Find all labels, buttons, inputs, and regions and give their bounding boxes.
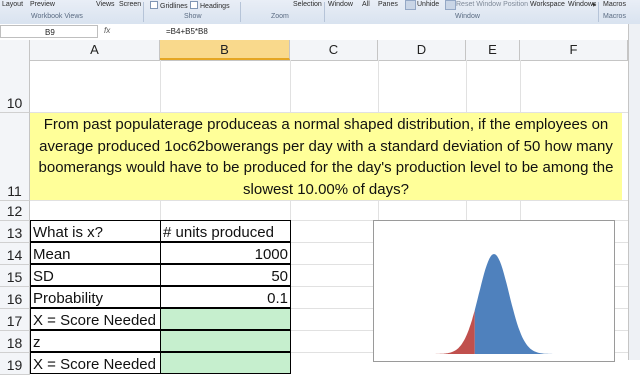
cell-b19[interactable] xyxy=(160,352,291,374)
normal-curve-svg xyxy=(434,254,554,354)
cell-b13[interactable]: # units produced xyxy=(160,220,291,242)
row-header-13[interactable]: 13 xyxy=(0,221,30,243)
group-label-show: Show xyxy=(184,13,202,20)
question-text-cell[interactable]: From past populaterage produceas a norma… xyxy=(30,113,622,200)
name-box[interactable]: B9 xyxy=(0,25,98,38)
arrange-all-button[interactable]: All xyxy=(362,1,370,8)
column-header-d[interactable]: D xyxy=(378,40,466,60)
column-headers: A B C D E F xyxy=(0,40,640,61)
cell-a13[interactable]: What is x? xyxy=(30,220,161,242)
group-label-window: Window xyxy=(455,13,480,20)
cell-a18[interactable]: z xyxy=(30,330,161,352)
unhide-button[interactable]: Unhide xyxy=(417,1,439,8)
column-header-a[interactable]: A xyxy=(30,40,160,60)
cell-a16[interactable]: Probability xyxy=(30,286,161,308)
group-separator xyxy=(143,2,144,22)
row-header-17[interactable]: 17 xyxy=(0,309,30,331)
headings-label: Headings xyxy=(200,3,230,10)
cell-b17[interactable] xyxy=(160,308,291,330)
vertical-scrollbar[interactable] xyxy=(628,24,640,360)
unhide-icon xyxy=(405,0,416,10)
zoom-to-selection-button[interactable]: Selection xyxy=(293,1,322,8)
row-header-19[interactable]: 19 xyxy=(0,353,30,375)
group-separator xyxy=(240,2,241,22)
cell-a17[interactable]: X = Score Needed xyxy=(30,308,161,330)
page-break-preview-button[interactable]: Preview xyxy=(30,1,55,8)
reset-window-position-button[interactable]: Reset Window Position xyxy=(456,1,528,8)
group-label-zoom: Zoom xyxy=(271,13,289,20)
insert-function-icon[interactable]: fx xyxy=(104,26,110,35)
normal-curve-chart[interactable] xyxy=(373,220,615,362)
gridline xyxy=(30,200,640,201)
group-separator xyxy=(598,2,599,22)
freeze-panes-button[interactable]: Panes xyxy=(378,1,398,8)
column-header-b[interactable]: B xyxy=(160,40,290,60)
save-workspace-button[interactable]: Workspace xyxy=(530,1,565,8)
group-label-workbook-views: Workbook Views xyxy=(31,13,83,20)
lower-tail-area xyxy=(434,310,475,354)
worksheet-grid: 10 11 12 13 14 15 16 17 18 19 From past … xyxy=(0,60,640,375)
column-header-c[interactable]: C xyxy=(290,40,378,60)
macros-button[interactable]: Macros xyxy=(603,1,626,8)
ribbon: Layout Preview Views Screen Gridlines He… xyxy=(0,0,640,25)
cell-a19[interactable]: X = Score Needed xyxy=(30,352,161,374)
column-header-f[interactable]: F xyxy=(520,40,628,60)
column-header-e[interactable]: E xyxy=(466,40,520,60)
page-layout-view-button[interactable]: Layout xyxy=(2,1,23,8)
gridlines-label: Gridlines xyxy=(160,3,188,10)
row-header-14[interactable]: 14 xyxy=(0,243,30,265)
cell-a14[interactable]: Mean xyxy=(30,242,161,264)
gridlines-checkbox[interactable]: Gridlines xyxy=(150,1,188,10)
row-header-11[interactable]: 11 xyxy=(0,113,30,201)
custom-views-button[interactable]: Views xyxy=(96,1,115,8)
cell-b14[interactable]: 1000 xyxy=(160,242,291,264)
checkbox-icon xyxy=(150,1,158,9)
select-all-corner[interactable] xyxy=(0,40,30,60)
row-header-15[interactable]: 15 xyxy=(0,265,30,287)
checkbox-icon xyxy=(190,1,198,9)
row-header-10[interactable]: 10 xyxy=(0,60,30,113)
cell-b18[interactable] xyxy=(160,330,291,352)
cell-b15[interactable]: 50 xyxy=(160,264,291,286)
new-window-button[interactable]: Window xyxy=(328,1,353,8)
cell-b16[interactable]: 0.1 xyxy=(160,286,291,308)
headings-checkbox[interactable]: Headings xyxy=(190,1,230,10)
row-header-12[interactable]: 12 xyxy=(0,201,30,221)
formula-input[interactable]: =B4+B5*B8 xyxy=(166,25,208,38)
row-header-16[interactable]: 16 xyxy=(0,287,30,309)
formula-bar: B9 fx =B4+B5*B8 xyxy=(0,24,640,41)
row-header-18[interactable]: 18 xyxy=(0,331,30,353)
reset-window-icon xyxy=(445,0,456,10)
full-screen-button[interactable]: Screen xyxy=(119,1,141,8)
group-separator xyxy=(324,2,325,22)
group-label-macros: Macros xyxy=(603,13,626,20)
cell-a15[interactable]: SD xyxy=(30,264,161,286)
dropdown-arrow-icon: ▾ xyxy=(592,2,596,9)
curve-body-area xyxy=(474,254,554,354)
